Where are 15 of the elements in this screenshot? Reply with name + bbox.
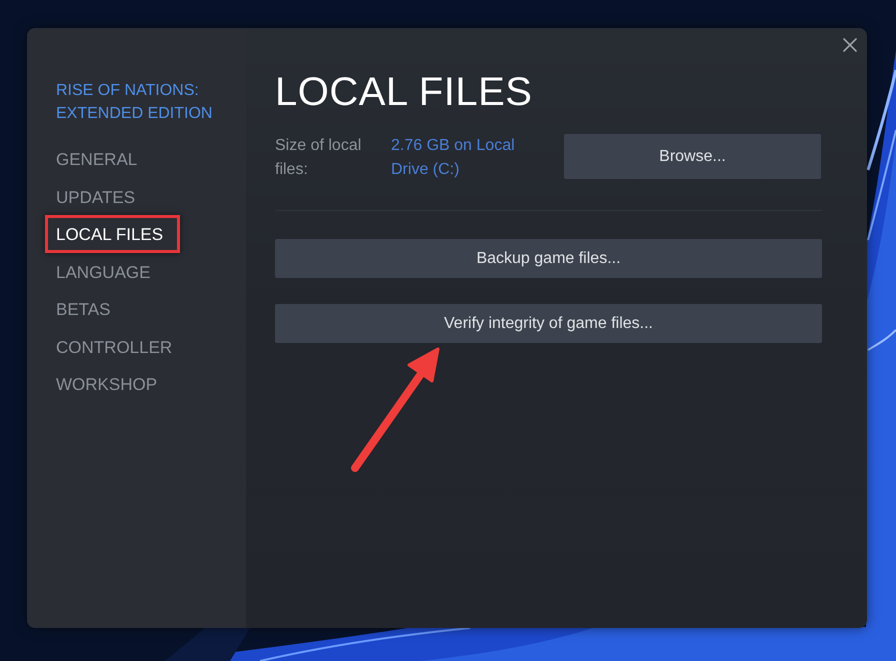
size-label: Size of local files: (275, 136, 362, 180)
sidebar-item[interactable]: CONTROLLER (56, 328, 172, 366)
page-title: LOCAL FILES (275, 69, 532, 116)
sidebar-item[interactable]: BETAS (56, 291, 110, 328)
sidebar-item[interactable]: GENERAL (56, 141, 138, 178)
size-value: 2.76 GB on Local Drive (C:) (391, 136, 516, 180)
game-title: RISE OF NATIONS: EXTENDED EDITION (56, 81, 214, 124)
close-icon (843, 38, 857, 52)
sidebar-item[interactable]: LOCAL FILES (56, 216, 164, 254)
action-button[interactable]: Backup game files... (275, 239, 822, 278)
browse-button[interactable]: Browse... (564, 134, 821, 179)
sidebar-item[interactable]: LANGUAGE (56, 254, 150, 291)
sidebar-item[interactable]: WORKSHOP (56, 366, 158, 404)
action-button[interactable]: Verify integrity of game files... (275, 304, 822, 343)
sidebar-item[interactable]: UPDATES (56, 178, 136, 216)
